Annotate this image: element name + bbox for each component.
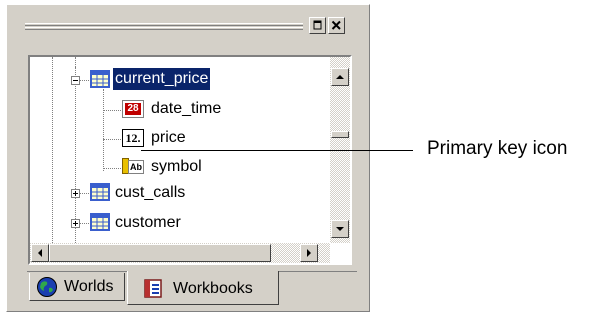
tree-line bbox=[103, 89, 105, 171]
tree-line bbox=[103, 110, 121, 112]
close-button[interactable] bbox=[328, 17, 345, 34]
arrow-left-icon bbox=[38, 249, 42, 257]
workbook-icon bbox=[144, 279, 162, 298]
table-icon bbox=[90, 213, 110, 231]
tree-line bbox=[52, 57, 54, 243]
tree-line bbox=[103, 139, 121, 141]
tree-item-current-price[interactable]: current_price bbox=[113, 68, 211, 90]
table-icon bbox=[90, 70, 110, 88]
close-icon bbox=[331, 20, 341, 30]
arrow-right-icon bbox=[307, 249, 311, 257]
scroll-left-button[interactable] bbox=[31, 244, 49, 262]
tree-item-price[interactable]: price bbox=[151, 127, 186, 149]
scroll-up-button[interactable] bbox=[331, 68, 349, 86]
arrow-up-icon bbox=[336, 75, 344, 79]
collapse-toggle[interactable] bbox=[71, 76, 80, 85]
tree-line bbox=[103, 168, 121, 170]
tab-workbooks-label: Workbooks bbox=[173, 280, 253, 297]
tree-view[interactable]: current_price 28 date_time 12. price Ab … bbox=[28, 55, 352, 265]
scroll-down-button[interactable] bbox=[331, 220, 349, 238]
numeric-field-icon: 12. bbox=[122, 129, 144, 147]
explorer-panel: current_price 28 date_time 12. price Ab … bbox=[6, 4, 370, 312]
tree-item-date-time[interactable]: date_time bbox=[151, 98, 221, 120]
callout-line bbox=[141, 150, 413, 151]
table-icon bbox=[90, 183, 110, 201]
tab-worlds[interactable]: Worlds bbox=[29, 273, 125, 301]
callout-label: Primary key icon bbox=[427, 138, 568, 159]
datetime-field-icon: 28 bbox=[122, 100, 144, 118]
globe-icon bbox=[37, 277, 57, 297]
tree-line bbox=[75, 57, 77, 67]
panel-grip[interactable] bbox=[25, 23, 303, 30]
expand-toggle[interactable] bbox=[71, 189, 80, 198]
tree-item-cust-calls[interactable]: cust_calls bbox=[115, 182, 185, 204]
horizontal-scroll-thumb[interactable] bbox=[49, 244, 271, 262]
vertical-scroll-thumb[interactable] bbox=[331, 131, 349, 138]
tab-workbooks[interactable]: Workbooks bbox=[127, 271, 279, 305]
scroll-right-button[interactable] bbox=[300, 244, 318, 262]
tree-line bbox=[75, 67, 77, 243]
restore-icon bbox=[313, 20, 322, 30]
restore-button[interactable] bbox=[309, 17, 326, 34]
tree-item-customer[interactable]: customer bbox=[115, 212, 181, 234]
expand-toggle[interactable] bbox=[71, 219, 80, 228]
tree-item-symbol[interactable]: symbol bbox=[151, 156, 202, 178]
horizontal-scrollbar[interactable] bbox=[30, 243, 330, 263]
primary-key-field-icon: Ab bbox=[122, 158, 144, 176]
arrow-down-icon bbox=[336, 227, 344, 231]
tab-worlds-label: Worlds bbox=[64, 278, 114, 295]
